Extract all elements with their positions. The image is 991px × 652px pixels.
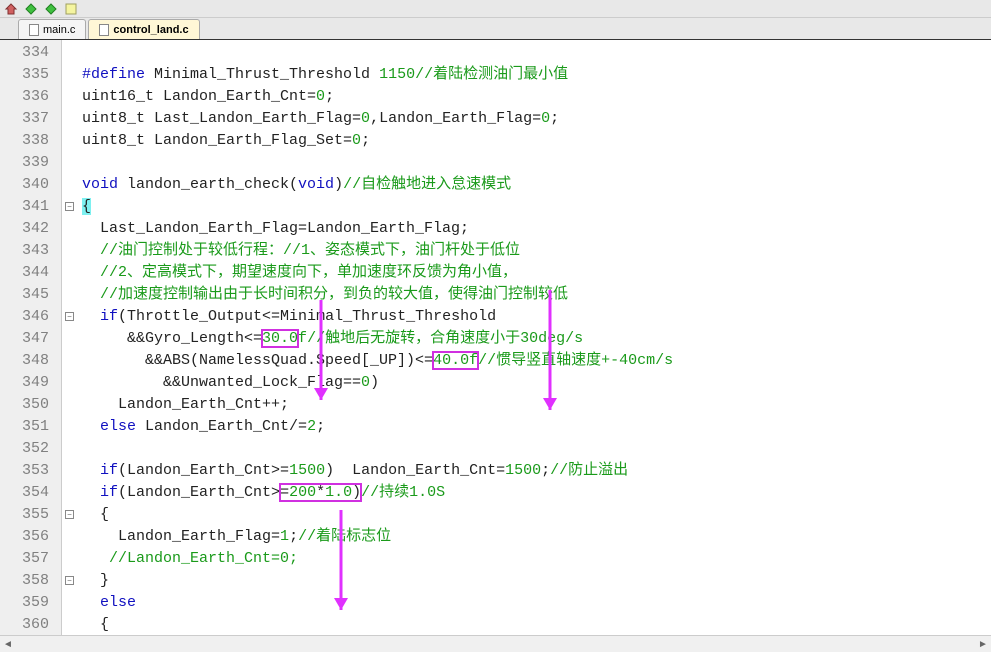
code-line[interactable]: //油门控制处于较低行程：//1、姿态模式下，油门杆处于低位	[82, 240, 991, 262]
code-editor[interactable]: 3343353363373383393403413423433443453463…	[0, 40, 991, 635]
code-line[interactable]: void landon_earth_check(void)//自检触地进入怠速模…	[82, 174, 991, 196]
code-line[interactable]: //Landon_Earth_Cnt=0;	[82, 548, 991, 570]
line-number: 334	[0, 42, 49, 64]
tab-control_land-c[interactable]: control_land.c	[88, 19, 199, 39]
line-number: 360	[0, 614, 49, 635]
line-number: 349	[0, 372, 49, 394]
line-number: 337	[0, 108, 49, 130]
line-number: 353	[0, 460, 49, 482]
code-line[interactable]	[82, 42, 991, 64]
diamond-icon[interactable]	[44, 2, 58, 16]
code-line[interactable]: &&Gyro_Length<=30.0f//触地后无旋转，合角速度小于30deg…	[82, 328, 991, 350]
code-line[interactable]: if(Landon_Earth_Cnt>=200*1.0)//持续1.0S	[82, 482, 991, 504]
code-line[interactable]: &&Unwanted_Lock_Flag==0)	[82, 372, 991, 394]
code-area[interactable]: #define Minimal_Thrust_Threshold 1150//着…	[80, 40, 991, 635]
code-line[interactable]	[82, 438, 991, 460]
line-number: 351	[0, 416, 49, 438]
line-number: 356	[0, 526, 49, 548]
file-icon	[99, 24, 109, 36]
fold-toggle[interactable]: −	[65, 576, 74, 585]
code-line[interactable]: else Landon_Earth_Cnt/=2;	[82, 416, 991, 438]
tools-icon[interactable]	[64, 2, 78, 16]
tab-bar: main.c control_land.c	[0, 18, 991, 40]
line-number: 355	[0, 504, 49, 526]
tab-label: main.c	[43, 24, 75, 36]
code-line[interactable]: {	[82, 504, 991, 526]
line-number: 344	[0, 262, 49, 284]
fold-toggle[interactable]: −	[65, 202, 74, 211]
code-line[interactable]: //加速度控制输出由于长时间积分，到负的较大值，使得油门控制较低	[82, 284, 991, 306]
file-icon	[29, 24, 39, 36]
code-line[interactable]: //2、定高模式下，期望速度向下，单加速度环反馈为角小值，	[82, 262, 991, 284]
code-line[interactable]: {	[82, 614, 991, 635]
line-number: 341	[0, 196, 49, 218]
code-line[interactable]: {	[82, 196, 991, 218]
horizontal-scrollbar[interactable]: ◄ ►	[0, 635, 991, 651]
line-number: 338	[0, 130, 49, 152]
code-line[interactable]: Landon_Earth_Flag=1;//着陆标志位	[82, 526, 991, 548]
code-line[interactable]: &&ABS(NamelessQuad.Speed[_UP])<=40.0f//惯…	[82, 350, 991, 372]
line-number: 342	[0, 218, 49, 240]
code-line[interactable]: uint16_t Landon_Earth_Cnt=0;	[82, 86, 991, 108]
fold-toggle[interactable]: −	[65, 510, 74, 519]
code-line[interactable]: if(Landon_Earth_Cnt>=1500) Landon_Earth_…	[82, 460, 991, 482]
scroll-left-icon[interactable]: ◄	[0, 636, 16, 652]
diamond-icon[interactable]	[24, 2, 38, 16]
tab-main-c[interactable]: main.c	[18, 19, 86, 39]
line-number: 343	[0, 240, 49, 262]
line-number: 348	[0, 350, 49, 372]
line-number: 357	[0, 548, 49, 570]
code-line[interactable]: uint8_t Landon_Earth_Flag_Set=0;	[82, 130, 991, 152]
code-line[interactable]: uint8_t Last_Landon_Earth_Flag=0,Landon_…	[82, 108, 991, 130]
line-number: 359	[0, 592, 49, 614]
fold-toggle[interactable]: −	[65, 312, 74, 321]
line-number: 335	[0, 64, 49, 86]
line-number: 358	[0, 570, 49, 592]
line-number: 352	[0, 438, 49, 460]
fold-gutter[interactable]: − − − −	[62, 40, 80, 635]
code-line[interactable]	[82, 152, 991, 174]
line-number: 336	[0, 86, 49, 108]
line-number-gutter: 3343353363373383393403413423433443453463…	[0, 40, 62, 635]
line-number: 354	[0, 482, 49, 504]
tab-label: control_land.c	[113, 24, 188, 36]
line-number: 350	[0, 394, 49, 416]
code-line[interactable]: Last_Landon_Earth_Flag=Landon_Earth_Flag…	[82, 218, 991, 240]
code-line[interactable]: #define Minimal_Thrust_Threshold 1150//着…	[82, 64, 991, 86]
code-line[interactable]: Landon_Earth_Cnt++;	[82, 394, 991, 416]
line-number: 347	[0, 328, 49, 350]
code-line[interactable]: else	[82, 592, 991, 614]
line-number: 339	[0, 152, 49, 174]
line-number: 346	[0, 306, 49, 328]
code-line[interactable]: }	[82, 570, 991, 592]
house-icon[interactable]	[4, 2, 18, 16]
code-line[interactable]: if(Throttle_Output<=Minimal_Thrust_Thres…	[82, 306, 991, 328]
line-number: 345	[0, 284, 49, 306]
line-number: 340	[0, 174, 49, 196]
toolbar	[0, 0, 991, 18]
scroll-right-icon[interactable]: ►	[975, 636, 991, 652]
